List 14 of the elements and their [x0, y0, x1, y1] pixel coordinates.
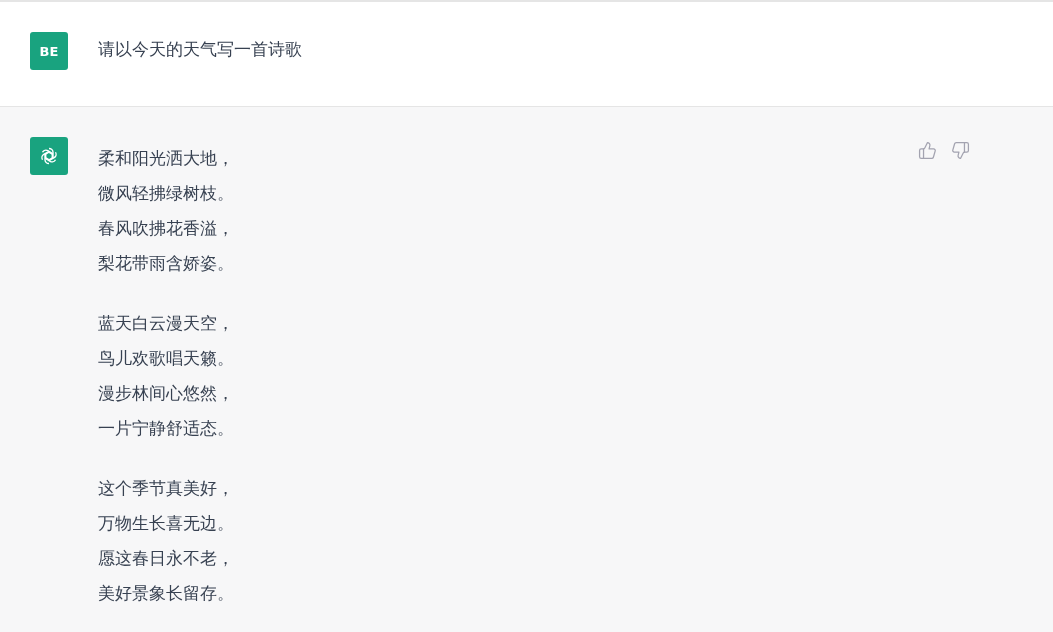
- poem-line: 蓝天白云漫天空，: [98, 312, 235, 335]
- poem-line: 这个季节真美好，: [98, 477, 235, 500]
- poem-line: 一片宁静舒适态。: [98, 417, 235, 440]
- poem-line: 漫步林间心悠然，: [98, 382, 235, 405]
- poem-line: 愿这春日永不老，: [98, 547, 235, 570]
- poem-line: 梨花带雨含娇姿。: [98, 252, 235, 275]
- poem-line: 美好景象长留存。: [98, 582, 235, 605]
- user-avatar: BE: [30, 32, 68, 70]
- poem-line: 微风轻拂绿树枝。: [98, 182, 235, 205]
- poem-line: 鸟儿欢歌唱天籁。: [98, 347, 235, 370]
- poem-line: 春风吹拂花香溢，: [98, 217, 235, 240]
- user-message: 请以今天的天气写一首诗歌: [98, 38, 302, 61]
- poem-line: 万物生长喜无边。: [98, 512, 235, 535]
- poem-line: 柔和阳光洒大地，: [98, 147, 235, 170]
